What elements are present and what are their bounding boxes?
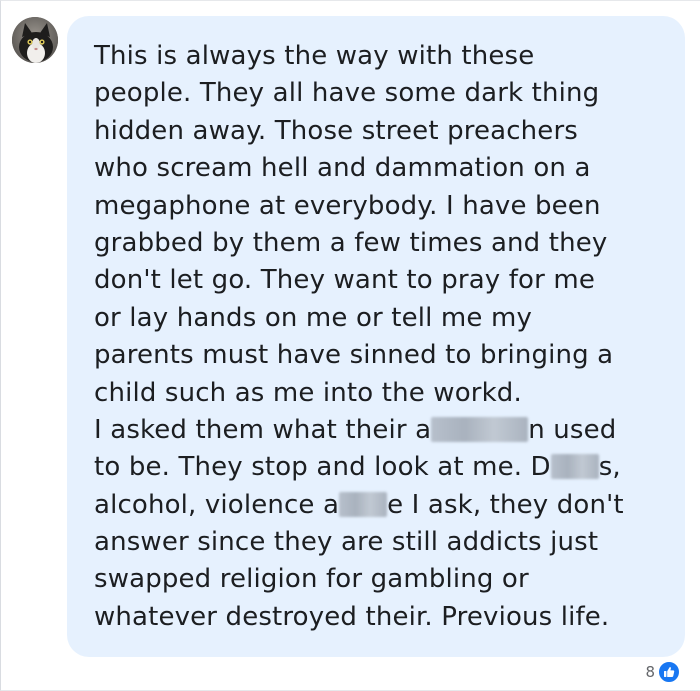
comment-text: This is always the way with these people… [94,38,665,636]
comment-line: alcohol, violence a e I ask, they don't [94,487,665,524]
comment-line: hidden away. Those street preachers [94,113,665,150]
comment-line-text: megaphone at everybody. I have been [94,190,601,221]
comment-line-text: who scream hell and dammation on a [94,153,591,184]
comment-line: to be. They stop and look at me. D s, [94,449,665,486]
comment-line-text: parents must have sinned to bringing a [94,340,614,371]
comment-line-text: grabbed by them a few times and they [94,227,608,258]
comment-line-text: child such as me into the workd. [94,377,522,408]
comment-line: megaphone at everybody. I have been [94,188,665,225]
comment-line: swapped religion for gambling or [94,561,665,598]
comment-line-text: alcohol, violence a [94,489,340,520]
comment-line: who scream hell and dammation on a [94,150,665,187]
redaction-blur [339,491,388,517]
comment-line-text: s, [598,452,621,483]
redaction-blur [550,454,599,480]
comment-line-text: hidden away. Those street preachers [94,115,578,146]
comment-line: answer since they are still addicts just [94,524,665,561]
comment-line: don't let go. They want to pray for me [94,262,665,299]
comment-line-text: whatever destroyed their. Previous life. [94,601,610,632]
comment-line: or lay hands on me or tell me my [94,300,665,337]
comment-line-text: answer since they are still addicts just [94,527,599,558]
cat-avatar-image [12,17,58,63]
thumbs-up-glyph [664,667,675,677]
reaction-summary[interactable]: 8 [645,661,680,683]
comment-line: whatever destroyed their. Previous life. [94,599,665,636]
comment-line-text: don't let go. They want to pray for me [94,265,595,296]
comment-line-text: I asked them what their a [94,414,432,445]
comment-line-text: n used [528,414,617,445]
cat-avatar-icon[interactable] [12,17,58,63]
comment-line: child such as me into the workd. [94,375,665,412]
reaction-count: 8 [645,663,655,681]
comment-line: people. They all have some dark thing [94,75,665,112]
comment-card: This is always the way with these people… [0,0,700,691]
comment-line-text: This is always the way with these [94,41,535,71]
like-thumbs-up-icon [658,661,680,683]
comment-line-text: to be. They stop and look at me. D [94,452,551,483]
redaction-blur [431,416,529,442]
comment-line: This is always the way with these [94,38,665,75]
comment-bubble: This is always the way with these people… [67,16,685,657]
comment-line: I asked them what their a n used [94,412,665,449]
comment-line-text: or lay hands on me or tell me my [94,302,532,333]
comment-line-text: people. They all have some dark thing [94,78,600,109]
comment-line-text: e I ask, they don't [387,489,624,520]
comment-line: parents must have sinned to bringing a [94,337,665,374]
comment-line-text: swapped religion for gambling or [94,564,529,595]
comment-line: grabbed by them a few times and they [94,225,665,262]
